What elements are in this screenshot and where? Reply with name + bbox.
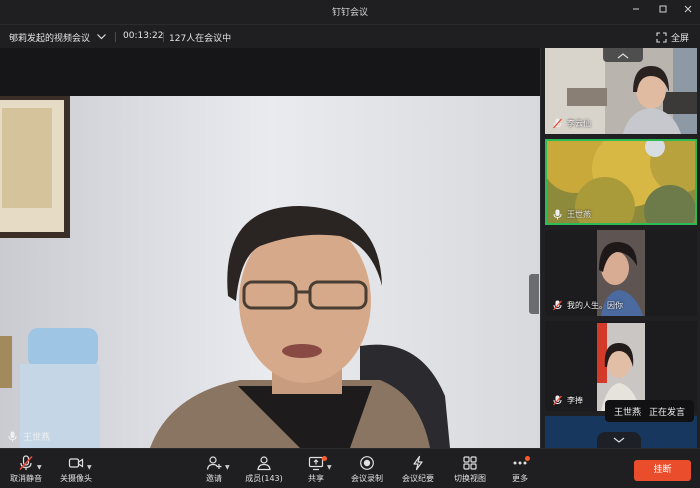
microphone-muted-icon <box>553 300 562 311</box>
notification-dot <box>525 456 530 461</box>
hangup-button[interactable]: 挂断 <box>634 460 691 481</box>
speaker-video-frame <box>0 96 540 448</box>
minutes-button[interactable]: 会议纪要 <box>392 455 444 487</box>
main-speaker-name: 王世燕 <box>23 433 51 443</box>
members-button[interactable]: 成员(143) <box>238 455 290 487</box>
maximize-icon <box>659 5 667 13</box>
meeting-info-bar: 郇莉发起的视频会议 00:13:22 127人在会议中 全屏 <box>0 24 700 48</box>
chevron-down-icon <box>613 437 625 443</box>
participant-tile[interactable]: 李云仙 <box>545 48 697 134</box>
microphone-muted-icon <box>553 395 562 406</box>
speaking-status: 正在发言 <box>649 407 686 418</box>
caret-down-icon[interactable]: ▼ <box>37 464 42 471</box>
record-icon <box>360 456 374 470</box>
share-button[interactable]: 共享 ▼ <box>290 455 342 487</box>
more-button[interactable]: 更多 <box>494 455 546 487</box>
camera-label: 关摄像头 <box>60 474 92 483</box>
members-label: 成员(143) <box>245 474 283 483</box>
meeting-name[interactable]: 郇莉发起的视频会议 <box>9 31 90 44</box>
unmute-label: 取消静音 <box>10 474 42 483</box>
switch-view-label: 切换视图 <box>454 474 486 483</box>
camera-icon <box>68 458 84 468</box>
participant-label: 李云仙 <box>553 118 591 129</box>
unmute-button[interactable]: 取消静音 ▼ <box>0 455 52 487</box>
collapse-sidebar-handle[interactable] <box>529 274 539 314</box>
add-person-icon <box>206 456 222 470</box>
speaking-indicator: 王世燕 正在发言 <box>605 400 695 422</box>
window-title: 钉钉会议 <box>331 8 368 18</box>
microphone-muted-icon <box>553 118 562 129</box>
fullscreen-button[interactable]: 全屏 <box>656 31 689 44</box>
caret-down-icon[interactable]: ▼ <box>87 464 92 471</box>
record-button[interactable]: 会议录制 <box>341 455 393 487</box>
participant-tile-active[interactable]: 王世燕 <box>545 139 697 225</box>
grid-view-icon <box>463 456 477 470</box>
lightning-pen-icon <box>413 455 423 471</box>
close-button[interactable] <box>680 4 696 20</box>
maximize-button[interactable] <box>655 4 671 20</box>
meeting-timer: 00:13:22 <box>123 31 164 41</box>
divider <box>115 32 116 42</box>
main-speaker-video[interactable] <box>0 96 540 448</box>
invite-button[interactable]: 邀请 ▼ <box>188 455 240 487</box>
minimize-button[interactable] <box>628 4 644 20</box>
title-bar: 钉钉会议 <box>0 0 700 24</box>
invite-label: 邀请 <box>206 474 222 483</box>
participant-label: 李捧 <box>553 395 583 406</box>
participant-label: 王世燕 <box>553 209 591 220</box>
scroll-up-button[interactable] <box>603 48 643 62</box>
microphone-icon <box>553 209 562 220</box>
chevron-down-icon[interactable] <box>96 32 107 41</box>
fullscreen-label: 全屏 <box>670 34 689 44</box>
record-label: 会议录制 <box>351 474 383 483</box>
participant-tile[interactable]: 李捧 <box>545 321 697 411</box>
members-icon <box>257 456 271 471</box>
participant-name: 李云仙 <box>567 119 591 128</box>
participant-name: 李捧 <box>567 396 583 405</box>
divider <box>163 32 164 42</box>
participant-name: 王世燕 <box>567 210 591 219</box>
switch-view-button[interactable]: 切换视图 <box>444 455 496 487</box>
fullscreen-icon <box>656 32 667 43</box>
chevron-up-icon <box>617 53 629 59</box>
caret-down-icon[interactable]: ▼ <box>327 464 332 471</box>
main-speaker-label: 王世燕 <box>8 430 50 443</box>
close-icon <box>684 5 692 13</box>
participant-name: 我的人生。因你 <box>567 301 623 310</box>
caret-down-icon[interactable]: ▼ <box>225 464 230 471</box>
scroll-down-button[interactable] <box>597 432 641 448</box>
microphone-icon <box>8 431 17 442</box>
share-label: 共享 <box>308 474 324 483</box>
minimize-icon <box>633 8 639 10</box>
participant-count: 127人在会议中 <box>169 34 232 44</box>
notification-dot <box>322 456 327 461</box>
participant-label: 我的人生。因你 <box>553 300 623 311</box>
minutes-label: 会议纪要 <box>402 474 434 483</box>
speaking-name: 王世燕 <box>614 407 642 418</box>
participant-sidebar: 李云仙 王世燕 我的人生。因你 李捧 王世燕 正在发言 <box>540 48 700 448</box>
more-label: 更多 <box>512 474 528 483</box>
participant-tile[interactable]: 我的人生。因你 <box>545 230 697 316</box>
camera-button[interactable]: 关摄像头 ▼ <box>50 455 102 487</box>
main-video-stage: 王世燕 <box>0 48 540 448</box>
microphone-muted-icon <box>19 455 33 471</box>
meeting-toolbar: 取消静音 ▼ 关摄像头 ▼ 邀请 ▼ 成员(143) 共享 ▼ 会议录制 会议纪… <box>0 448 700 488</box>
